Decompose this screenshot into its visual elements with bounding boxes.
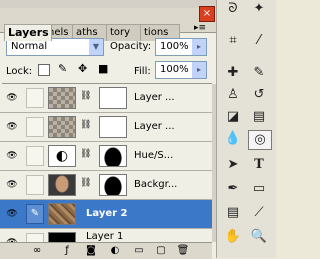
chain-icon[interactable]: ⛓ <box>80 120 91 130</box>
lock-transparency-icon[interactable] <box>38 64 50 76</box>
adjustment-layer-icon: ◐ <box>48 145 76 167</box>
layer-mask-thumbnail[interactable] <box>99 87 127 109</box>
eye-icon[interactable]: 👁 <box>4 93 20 103</box>
layer-mask-thumbnail[interactable] <box>99 174 127 196</box>
link-slot[interactable] <box>26 175 44 195</box>
link-slot[interactable] <box>26 88 44 108</box>
fill-arrow-icon[interactable]: ▸ <box>192 62 206 78</box>
layer-name[interactable]: Hue/S... <box>134 150 173 161</box>
layer-thumbnail <box>48 87 76 109</box>
opacity-label: Opacity: <box>110 41 152 52</box>
new-group-icon[interactable]: ▭ <box>132 244 146 258</box>
tab-layers[interactable]: Layers <box>4 24 52 41</box>
eraser-icon[interactable]: ◪ <box>222 108 244 126</box>
lasso-icon[interactable]: ᘐ <box>222 0 244 18</box>
magic-wand-icon[interactable]: ✦ <box>248 0 270 18</box>
link-slot[interactable] <box>26 146 44 166</box>
chain-icon[interactable]: ⛓ <box>80 178 91 188</box>
layer-mask-thumbnail[interactable] <box>99 145 127 167</box>
lock-paint-icon[interactable]: ✎ <box>58 63 67 75</box>
panel-titlebar[interactable] <box>0 0 216 8</box>
layer-row[interactable]: 👁 ◐ ⛓ Hue/S... <box>0 142 212 171</box>
lock-move-icon[interactable]: ✥ <box>78 63 87 75</box>
layer-row[interactable]: 👁 ⛓ Layer ... <box>0 113 212 142</box>
layer-style-icon[interactable]: ƒ <box>60 244 74 258</box>
layer-name[interactable]: Layer 2 <box>86 208 127 219</box>
fill-field[interactable]: 100% ▸ <box>155 61 207 79</box>
fill-value: 100% <box>160 64 189 75</box>
layer-row[interactable]: 👁 ⛓ Backgr... <box>0 171 212 200</box>
crop-icon[interactable]: ⌗ <box>222 32 244 50</box>
eye-icon[interactable]: 👁 <box>4 151 20 161</box>
toolbox: ᘐ ✦ ⌗ ⁄ ✚ ✎ ♙ ↺ ◪ ▤ 💧 ◎ ➤ T ✒ ▭ ▤ ⟋ ✋ 🔍 <box>216 0 276 258</box>
layer-thumbnail <box>48 203 76 225</box>
brush-icon[interactable]: ✎ <box>248 64 270 82</box>
lock-all-icon[interactable]: ■ <box>98 63 108 75</box>
opacity-field[interactable]: 100% ▸ <box>155 38 207 56</box>
close-icon[interactable]: × <box>199 6 215 22</box>
panel-tab-row: Layers nels aths tory tions <box>0 8 216 41</box>
fill-label: Fill: <box>134 66 151 77</box>
chevron-down-icon[interactable]: ▼ <box>89 39 103 55</box>
brush-icon[interactable]: ✎ <box>26 204 44 224</box>
slice-icon[interactable]: ⁄ <box>248 32 270 50</box>
layers-bottom-bar: ∞ ƒ ◙ ◐ ▭ ▢ 🗑 <box>0 242 212 259</box>
eyedropper-icon[interactable]: ⟋ <box>248 204 270 222</box>
type-icon[interactable]: T <box>248 156 270 174</box>
zoom-icon[interactable]: 🔍 <box>248 228 270 246</box>
opacity-arrow-icon[interactable]: ▸ <box>192 39 206 55</box>
eye-icon[interactable]: 👁 <box>4 209 20 219</box>
eye-icon[interactable]: 👁 <box>4 122 20 132</box>
layers-panel: Layers nels aths tory tions × ▸≡ Normal … <box>0 0 216 259</box>
layer-mask-thumbnail[interactable] <box>99 116 127 138</box>
layer-row[interactable]: 👁 Layer 1 <box>0 229 212 243</box>
dodge-icon[interactable]: ◎ <box>248 130 272 150</box>
layer-row-selected[interactable]: 👁 ✎ Layer 2 <box>0 200 212 229</box>
chain-icon[interactable]: ⛓ <box>80 149 91 159</box>
new-layer-icon[interactable]: ▢ <box>154 244 168 258</box>
hand-icon[interactable]: ✋ <box>222 228 244 246</box>
notes-icon[interactable]: ▤ <box>222 204 244 222</box>
panel-menu-icon[interactable]: ▸≡ <box>192 22 208 34</box>
add-mask-icon[interactable]: ◙ <box>84 244 98 258</box>
layer-thumbnail <box>48 116 76 138</box>
new-adjustment-icon[interactable]: ◐ <box>108 244 122 258</box>
link-layers-icon[interactable]: ∞ <box>30 244 44 258</box>
link-slot[interactable] <box>26 117 44 137</box>
layer-name[interactable]: Layer ... <box>134 121 175 132</box>
layer-thumbnail <box>48 174 76 196</box>
tab-history[interactable]: tory <box>106 24 144 41</box>
pen-icon[interactable]: ✒ <box>222 180 244 198</box>
chain-icon[interactable]: ⛓ <box>80 91 91 101</box>
healing-brush-icon[interactable]: ✚ <box>222 64 244 82</box>
gradient-icon[interactable]: ▤ <box>248 108 270 126</box>
lock-label: Lock: <box>6 66 33 77</box>
eye-icon[interactable]: 👁 <box>4 180 20 190</box>
layer-name[interactable]: Layer ... <box>134 92 175 103</box>
blur-icon[interactable]: 💧 <box>222 130 244 148</box>
path-selection-icon[interactable]: ➤ <box>222 156 244 174</box>
layer-name[interactable]: Backgr... <box>134 179 177 190</box>
shape-icon[interactable]: ▭ <box>248 180 270 198</box>
history-brush-icon[interactable]: ↺ <box>248 86 270 104</box>
layer-row[interactable]: 👁 ⛓ Layer ... <box>0 84 212 113</box>
blend-mode-value: Normal <box>11 41 48 52</box>
opacity-value: 100% <box>160 41 189 52</box>
trash-icon[interactable]: 🗑 <box>176 244 190 258</box>
layer-name[interactable]: Layer 1 <box>86 231 123 242</box>
clone-stamp-icon[interactable]: ♙ <box>222 86 244 104</box>
